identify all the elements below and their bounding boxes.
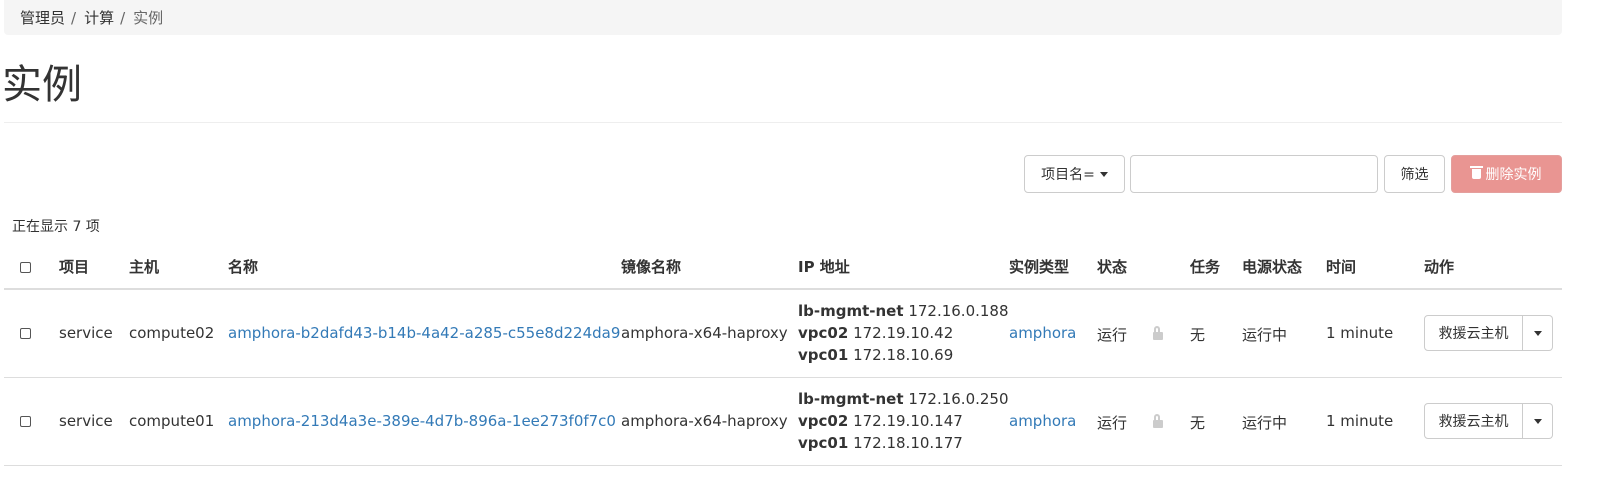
breadcrumb-item-admin[interactable]: 管理员 [20,7,65,28]
power-state-cell: 运行中 [1242,414,1288,432]
breadcrumb-separator: / [71,8,77,27]
flavor-link[interactable]: amphora [1009,412,1076,430]
item-count: 正在显示 7 项 [12,219,100,235]
network-name: vpc01 [798,346,849,364]
network-name: vpc02 [798,412,849,430]
table-header-divider [4,288,1562,290]
status-cell: 运行 [1097,326,1128,344]
ip-address: 172.19.10.42 [853,324,954,342]
breadcrumb-separator: / [120,8,126,27]
row-actions-dropdown[interactable] [1523,403,1553,439]
column-header-flavor[interactable]: 实例类型 [1009,256,1069,277]
row-divider [4,377,1562,378]
ip-address: 172.19.10.147 [853,412,963,430]
column-header-power[interactable]: 电源状态 [1242,256,1302,277]
project-cell: service [59,412,113,430]
breadcrumb-item-compute[interactable]: 计算 [84,7,114,28]
image-cell: amphora-x64-haproxy [621,324,788,342]
column-header-name[interactable]: 名称 [228,256,258,277]
ip-address: 172.18.10.177 [853,434,963,452]
task-cell: 无 [1190,326,1206,344]
filter-field-label: 项目名= [1041,167,1095,183]
breadcrumb-item-instances: 实例 [133,9,164,27]
unlock-icon [1153,326,1163,340]
page-title: 实例 [2,62,82,108]
title-divider [4,122,1562,123]
delete-instances-button[interactable]: 删除实例 [1451,155,1562,193]
instance-name-link[interactable]: amphora-213d4a3e-389e-4d7b-896a-1ee273f0… [228,412,616,430]
column-header-status[interactable]: 状态 [1097,256,1127,277]
project-cell: service [59,324,113,342]
column-header-image[interactable]: 镜像名称 [621,256,681,277]
caret-down-icon [1533,418,1542,424]
instance-name-link[interactable]: amphora-b2dafd43-b14b-4a42-a285-c55e8d22… [228,324,620,342]
filter-input[interactable] [1130,155,1378,193]
unlock-icon [1153,414,1163,428]
row-actions-dropdown[interactable] [1523,315,1553,351]
network-name: lb-mgmt-net [798,302,904,320]
filter-button[interactable]: 筛选 [1384,155,1445,193]
row-checkbox[interactable] [20,328,31,339]
network-name: lb-mgmt-net [798,390,904,408]
ip-address: 172.16.0.188 [908,302,1009,320]
filter-field-select[interactable]: 项目名= [1024,155,1125,193]
ip-address: 172.18.10.69 [853,346,954,364]
rescue-instance-button[interactable]: 救援云主机 [1424,403,1523,439]
caret-down-icon [1099,171,1108,177]
ip-address-list: lb-mgmt-net 172.16.0.188 vpc02 172.19.10… [798,300,1009,366]
select-all-checkbox[interactable] [20,262,31,273]
time-cell: 1 minute [1326,412,1394,430]
ip-address-list: lb-mgmt-net 172.16.0.250 vpc02 172.19.10… [798,388,1009,454]
column-header-host[interactable]: 主机 [129,256,159,277]
time-cell: 1 minute [1326,324,1394,342]
caret-down-icon [1533,330,1542,336]
row-action-group: 救援云主机 [1424,315,1553,351]
breadcrumb: 管理员 / 计算 / 实例 [4,0,1562,35]
network-name: vpc02 [798,324,849,342]
trash-icon [1469,166,1483,179]
rescue-instance-button[interactable]: 救援云主机 [1424,315,1523,351]
row-action-group: 救援云主机 [1424,403,1553,439]
column-header-actions: 动作 [1424,258,1455,276]
row-checkbox[interactable] [20,416,31,427]
flavor-link[interactable]: amphora [1009,324,1076,342]
column-header-project[interactable]: 项目 [59,256,89,277]
column-header-ip[interactable]: IP 地址 [798,256,850,277]
ip-address: 172.16.0.250 [908,390,1009,408]
status-cell: 运行 [1097,414,1128,432]
host-cell: compute02 [129,324,215,342]
column-header-task[interactable]: 任务 [1190,256,1220,277]
host-cell: compute01 [129,412,215,430]
column-header-time[interactable]: 时间 [1326,256,1356,277]
power-state-cell: 运行中 [1242,326,1288,344]
row-divider [4,465,1562,466]
task-cell: 无 [1190,414,1206,432]
network-name: vpc01 [798,434,849,452]
delete-instances-label: 删除实例 [1485,167,1542,183]
image-cell: amphora-x64-haproxy [621,412,788,430]
